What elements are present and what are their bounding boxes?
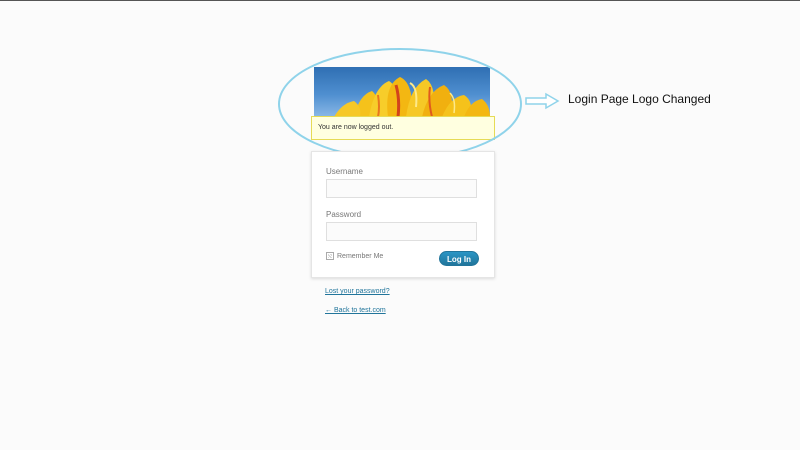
- remember-me[interactable]: Remember Me: [326, 252, 383, 260]
- username-input[interactable]: [326, 179, 477, 198]
- password-label: Password: [326, 210, 362, 219]
- annotation-ellipse: [278, 48, 522, 160]
- checkbox-icon[interactable]: [326, 252, 334, 260]
- lost-password-link[interactable]: Lost your password?: [325, 288, 390, 295]
- back-to-site-link[interactable]: ← Back to test.com: [325, 307, 386, 314]
- right-arrow-icon: [525, 92, 560, 110]
- login-form: Username Password Remember Me Log In: [311, 151, 495, 278]
- top-border: [0, 0, 800, 1]
- remember-me-label: Remember Me: [337, 252, 384, 260]
- username-label: Username: [326, 167, 363, 176]
- password-input[interactable]: [326, 222, 477, 241]
- login-button[interactable]: Log In: [439, 251, 479, 266]
- annotation-label: Login Page Logo Changed: [568, 92, 711, 106]
